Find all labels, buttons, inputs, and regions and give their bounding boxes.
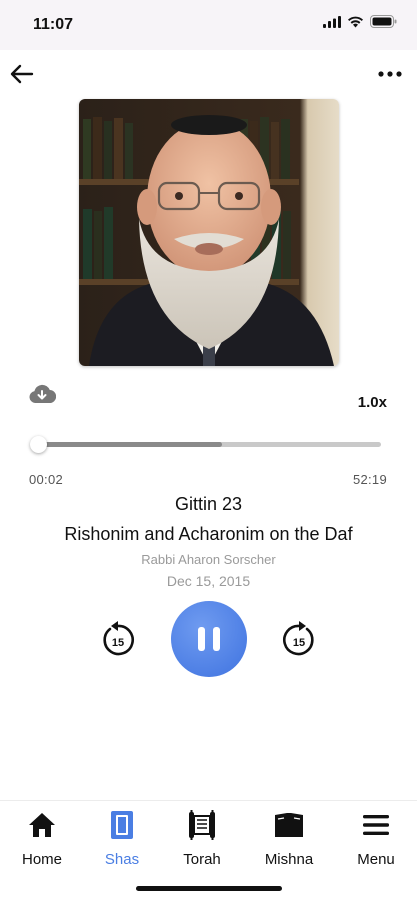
status-bar: 11:07 [0, 0, 417, 50]
back-button[interactable] [8, 60, 36, 88]
cloud-download-icon [29, 384, 57, 404]
top-bar [0, 50, 417, 100]
tab-label-menu: Menu [357, 851, 395, 868]
progress-thumb[interactable] [29, 436, 47, 453]
status-icons [323, 15, 397, 33]
rewind-15-icon: 15 [103, 621, 134, 656]
tab-home[interactable]: Home [2, 809, 82, 868]
tab-mishna[interactable]: Mishna [249, 809, 329, 868]
home-indicator [136, 886, 282, 891]
forward-15-icon: 15 [283, 621, 314, 656]
wifi-icon [347, 15, 364, 33]
more-options-button[interactable] [375, 60, 405, 88]
skip-forward-15-button[interactable]: 15 [281, 620, 317, 658]
status-time: 11:07 [33, 16, 74, 33]
tab-label-home: Home [21, 851, 62, 868]
skip-back-15-button[interactable]: 15 [100, 620, 136, 658]
tab-label-mishna: Mishna [264, 851, 314, 868]
skip-back-label: 15 [112, 637, 124, 649]
download-button[interactable] [28, 383, 57, 407]
tab-menu[interactable]: Menu [336, 809, 416, 868]
elapsed-time: 00:02 [29, 472, 64, 487]
torah-scroll-icon [189, 810, 215, 840]
battery-icon [370, 15, 397, 33]
open-book-icon [275, 813, 303, 837]
tab-label-shas: Shas [104, 851, 140, 868]
tab-torah[interactable]: Torah [162, 809, 242, 868]
track-author: Rabbi Aharon Sorscher [141, 552, 276, 567]
skip-forward-label: 15 [293, 637, 305, 649]
tab-shas[interactable]: Shas [82, 809, 162, 868]
hamburger-menu-icon [363, 815, 389, 835]
track-subtitle: Rishonim and Acharonim on the Daf [64, 524, 353, 544]
ellipsis-icon [378, 71, 402, 77]
home-icon [29, 813, 55, 837]
track-date: Dec 15, 2015 [166, 573, 251, 589]
track-title: Gittin 23 [174, 494, 243, 514]
playback-speed-button[interactable]: 1.0x [358, 394, 387, 411]
pause-button[interactable] [171, 601, 247, 677]
total-time: 52:19 [352, 472, 387, 487]
progress-slider[interactable] [29, 436, 381, 453]
progress-buffer [36, 442, 223, 447]
book-icon [111, 811, 133, 839]
tab-bar: Home Shas Torah Mishna Menu [0, 800, 417, 870]
tab-label-torah: Torah [183, 851, 221, 868]
pause-icon [194, 627, 224, 651]
signal-icon [323, 15, 341, 33]
speaker-artwork [79, 99, 339, 366]
arrow-left-icon [10, 64, 34, 84]
